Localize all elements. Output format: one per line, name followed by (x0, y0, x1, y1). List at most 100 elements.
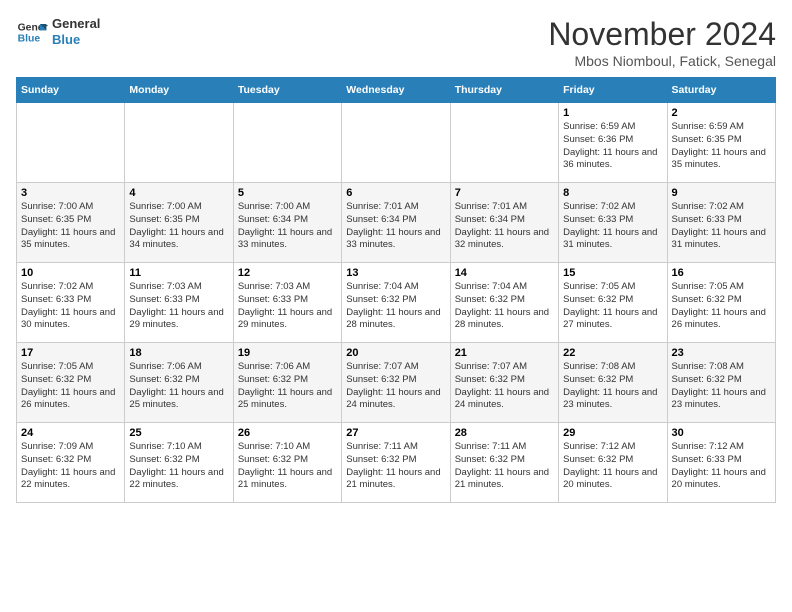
calendar-cell: 27 Sunrise: 7:11 AM Sunset: 6:32 PM Dayli… (342, 423, 450, 503)
calendar-cell: 3Sunrise: 7:00 AM Sunset: 6:35 PM Daylig… (17, 183, 125, 263)
day-number: 13 (346, 267, 445, 279)
calendar-cell: 11 Sunrise: 7:03 AM Sunset: 6:33 PM Dayli… (125, 263, 233, 343)
day-info: Sunrise: 7:10 AM Sunset: 6:32 PM Dayligh… (238, 441, 337, 492)
day-info: Sunrise: 7:00 AM Sunset: 6:35 PM Dayligh… (129, 201, 228, 252)
header-monday: Monday (125, 78, 233, 103)
calendar-cell: 15 Sunrise: 7:05 AM Sunset: 6:32 PM Dayli… (559, 263, 667, 343)
day-number: 28 (455, 427, 554, 439)
day-number: 14 (455, 267, 554, 279)
day-info: Sunrise: 7:07 AM Sunset: 6:32 PM Dayligh… (346, 361, 445, 412)
day-info: Sunrise: 7:04 AM Sunset: 6:32 PM Dayligh… (455, 281, 554, 332)
calendar-cell: 9 Sunrise: 7:02 AM Sunset: 6:33 PM Daylig… (667, 183, 775, 263)
page-title: November 2024 (548, 16, 776, 53)
day-number: 20 (346, 347, 445, 359)
day-info: Sunrise: 7:09 AM Sunset: 6:32 PM Dayligh… (21, 441, 120, 492)
calendar-cell: 23 Sunrise: 7:08 AM Sunset: 6:32 PM Dayli… (667, 343, 775, 423)
calendar-cell (125, 103, 233, 183)
header: General Blue General Blue November 2024 … (16, 16, 776, 69)
calendar-cell: 10 Sunrise: 7:02 AM Sunset: 6:33 PM Dayli… (17, 263, 125, 343)
day-info: Sunrise: 7:03 AM Sunset: 6:33 PM Dayligh… (238, 281, 337, 332)
calendar-cell: 1 Sunrise: 6:59 AM Sunset: 6:36 PM Daylig… (559, 103, 667, 183)
day-info: Sunrise: 7:00 AM Sunset: 6:34 PM Dayligh… (238, 201, 337, 252)
calendar-cell (342, 103, 450, 183)
calendar-cell: 7 Sunrise: 7:01 AM Sunset: 6:34 PM Daylig… (450, 183, 558, 263)
day-number: 23 (672, 347, 771, 359)
calendar-cell: 13Sunrise: 7:04 AM Sunset: 6:32 PM Dayli… (342, 263, 450, 343)
day-info: Sunrise: 7:08 AM Sunset: 6:32 PM Dayligh… (672, 361, 771, 412)
calendar-week-row: 10 Sunrise: 7:02 AM Sunset: 6:33 PM Dayli… (17, 263, 776, 343)
day-number: 11 (129, 267, 228, 279)
calendar-cell: 25Sunrise: 7:10 AM Sunset: 6:32 PM Dayli… (125, 423, 233, 503)
day-number: 26 (238, 427, 337, 439)
header-tuesday: Tuesday (233, 78, 341, 103)
day-number: 27 (346, 427, 445, 439)
header-saturday: Saturday (667, 78, 775, 103)
day-number: 5 (238, 187, 337, 199)
day-info: Sunrise: 7:11 AM Sunset: 6:32 PM Dayligh… (455, 441, 554, 492)
calendar-cell: 20 Sunrise: 7:07 AM Sunset: 6:32 PM Dayli… (342, 343, 450, 423)
calendar-cell: 26 Sunrise: 7:10 AM Sunset: 6:32 PM Dayli… (233, 423, 341, 503)
calendar-week-row: 1 Sunrise: 6:59 AM Sunset: 6:36 PM Daylig… (17, 103, 776, 183)
day-info: Sunrise: 7:11 AM Sunset: 6:32 PM Dayligh… (346, 441, 445, 492)
day-number: 30 (672, 427, 771, 439)
day-info: Sunrise: 7:06 AM Sunset: 6:32 PM Dayligh… (238, 361, 337, 412)
day-number: 24 (21, 427, 120, 439)
day-number: 18 (129, 347, 228, 359)
logo-text: General Blue (52, 16, 100, 47)
day-info: Sunrise: 7:12 AM Sunset: 6:33 PM Dayligh… (672, 441, 771, 492)
day-info: Sunrise: 7:02 AM Sunset: 6:33 PM Dayligh… (21, 281, 120, 332)
calendar-cell: 4Sunrise: 7:00 AM Sunset: 6:35 PM Daylig… (125, 183, 233, 263)
calendar-cell: 12Sunrise: 7:03 AM Sunset: 6:33 PM Dayli… (233, 263, 341, 343)
logo: General Blue General Blue (16, 16, 100, 48)
day-number: 8 (563, 187, 662, 199)
day-number: 29 (563, 427, 662, 439)
day-info: Sunrise: 7:12 AM Sunset: 6:32 PM Dayligh… (563, 441, 662, 492)
calendar-cell: 5 Sunrise: 7:00 AM Sunset: 6:34 PM Daylig… (233, 183, 341, 263)
day-info: Sunrise: 7:01 AM Sunset: 6:34 PM Dayligh… (455, 201, 554, 252)
calendar-cell: 19 Sunrise: 7:06 AM Sunset: 6:32 PM Dayli… (233, 343, 341, 423)
calendar-cell: 17 Sunrise: 7:05 AM Sunset: 6:32 PM Dayli… (17, 343, 125, 423)
header-sunday: Sunday (17, 78, 125, 103)
calendar-table: SundayMondayTuesdayWednesdayThursdayFrid… (16, 77, 776, 503)
calendar-week-row: 3Sunrise: 7:00 AM Sunset: 6:35 PM Daylig… (17, 183, 776, 263)
calendar-cell: 14 Sunrise: 7:04 AM Sunset: 6:32 PM Dayli… (450, 263, 558, 343)
day-info: Sunrise: 7:03 AM Sunset: 6:33 PM Dayligh… (129, 281, 228, 332)
calendar-cell (17, 103, 125, 183)
calendar-cell: 22Sunrise: 7:08 AM Sunset: 6:32 PM Dayli… (559, 343, 667, 423)
day-info: Sunrise: 6:59 AM Sunset: 6:36 PM Dayligh… (563, 121, 662, 172)
calendar-cell: 18Sunrise: 7:06 AM Sunset: 6:32 PM Dayli… (125, 343, 233, 423)
calendar-cell: 29 Sunrise: 7:12 AM Sunset: 6:32 PM Dayli… (559, 423, 667, 503)
calendar-header-row: SundayMondayTuesdayWednesdayThursdayFrid… (17, 78, 776, 103)
header-thursday: Thursday (450, 78, 558, 103)
day-number: 1 (563, 107, 662, 119)
day-number: 10 (21, 267, 120, 279)
day-info: Sunrise: 7:08 AM Sunset: 6:32 PM Dayligh… (563, 361, 662, 412)
calendar-cell: 21Sunrise: 7:07 AM Sunset: 6:32 PM Dayli… (450, 343, 558, 423)
day-number: 21 (455, 347, 554, 359)
calendar-cell: 8 Sunrise: 7:02 AM Sunset: 6:33 PM Daylig… (559, 183, 667, 263)
page-subtitle: Mbos Niomboul, Fatick, Senegal (548, 53, 776, 69)
day-number: 16 (672, 267, 771, 279)
day-number: 9 (672, 187, 771, 199)
day-info: Sunrise: 7:01 AM Sunset: 6:34 PM Dayligh… (346, 201, 445, 252)
title-area: November 2024 Mbos Niomboul, Fatick, Sen… (548, 16, 776, 69)
day-number: 7 (455, 187, 554, 199)
day-info: Sunrise: 7:05 AM Sunset: 6:32 PM Dayligh… (21, 361, 120, 412)
day-number: 17 (21, 347, 120, 359)
day-info: Sunrise: 7:05 AM Sunset: 6:32 PM Dayligh… (563, 281, 662, 332)
calendar-cell (450, 103, 558, 183)
day-info: Sunrise: 7:10 AM Sunset: 6:32 PM Dayligh… (129, 441, 228, 492)
calendar-cell: 24 Sunrise: 7:09 AM Sunset: 6:32 PM Dayli… (17, 423, 125, 503)
day-info: Sunrise: 7:02 AM Sunset: 6:33 PM Dayligh… (672, 201, 771, 252)
day-number: 6 (346, 187, 445, 199)
day-number: 2 (672, 107, 771, 119)
day-info: Sunrise: 7:00 AM Sunset: 6:35 PM Dayligh… (21, 201, 120, 252)
header-wednesday: Wednesday (342, 78, 450, 103)
day-number: 19 (238, 347, 337, 359)
calendar-cell: 2Sunrise: 6:59 AM Sunset: 6:35 PM Daylig… (667, 103, 775, 183)
day-info: Sunrise: 7:02 AM Sunset: 6:33 PM Dayligh… (563, 201, 662, 252)
calendar-cell: 16Sunrise: 7:05 AM Sunset: 6:32 PM Dayli… (667, 263, 775, 343)
day-number: 15 (563, 267, 662, 279)
svg-text:Blue: Blue (18, 34, 41, 45)
header-friday: Friday (559, 78, 667, 103)
